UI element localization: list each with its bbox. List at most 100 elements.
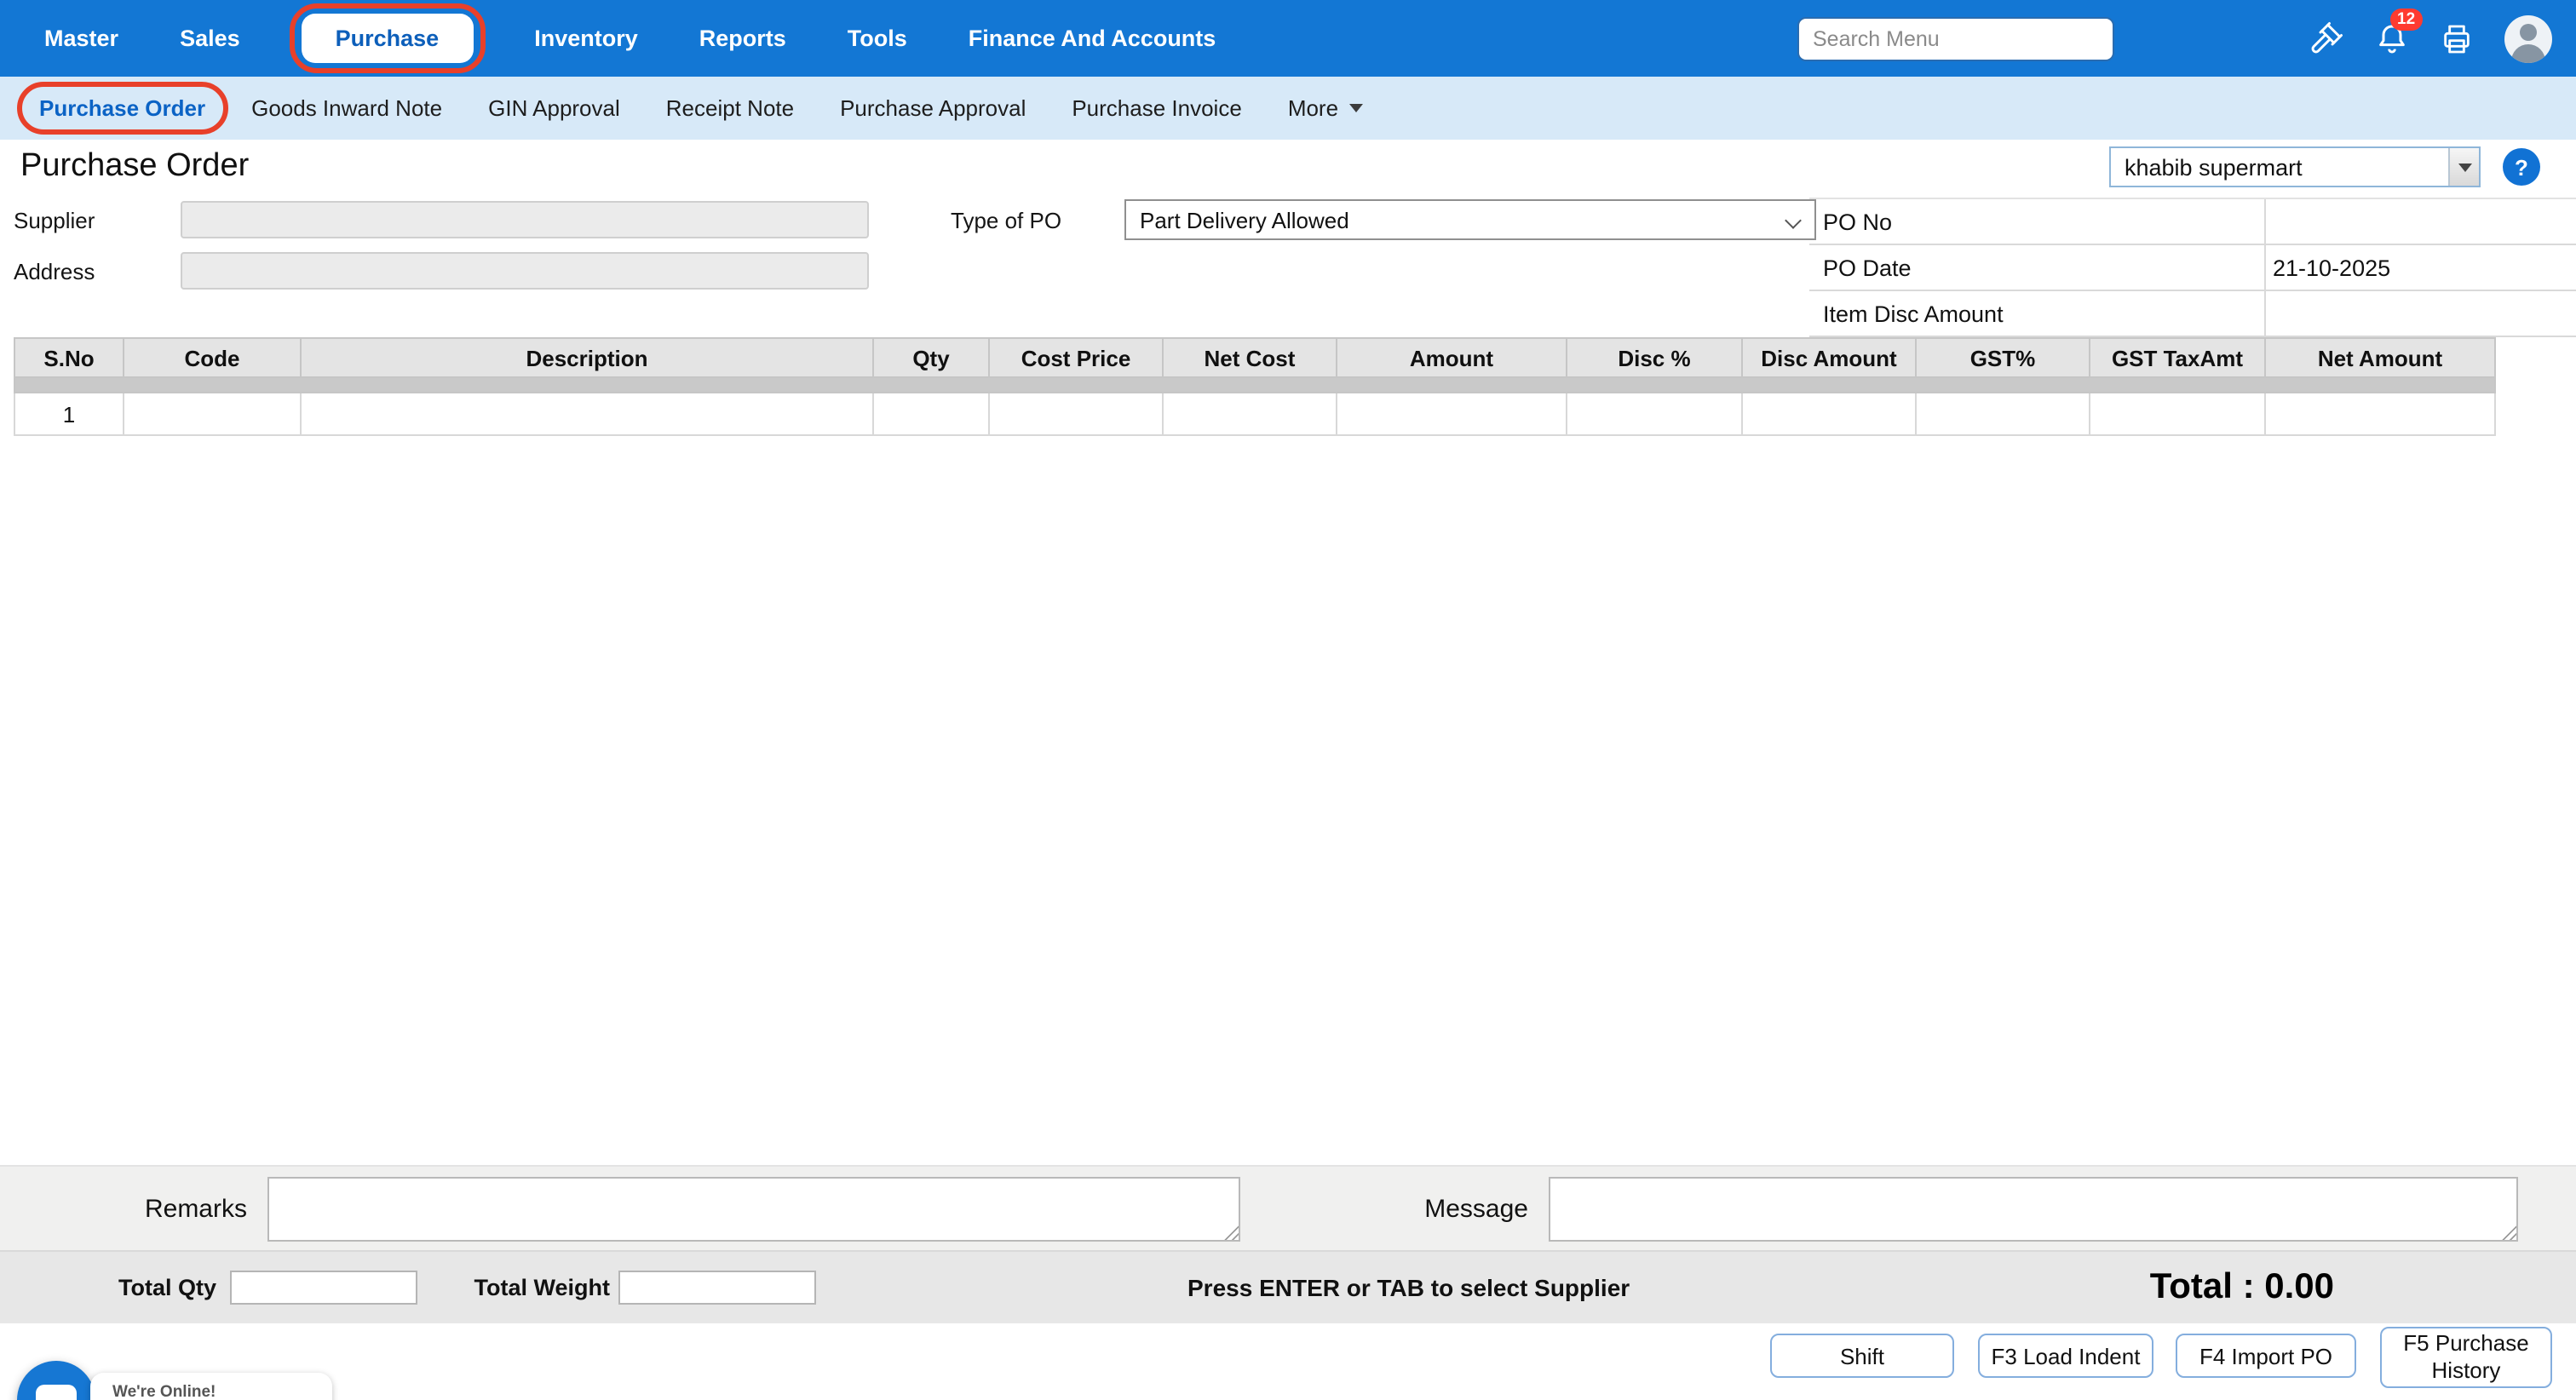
subnav-gin-approval[interactable]: GIN Approval	[488, 95, 620, 121]
nav-purchase-label: Purchase	[335, 26, 440, 51]
item-disc-amount-row: Item Disc Amount	[1809, 291, 2576, 337]
chevron-down-icon	[1348, 104, 1363, 112]
supplier-label: Supplier	[14, 208, 95, 233]
purchase-submenu: Purchase Order Goods Inward Note GIN App…	[0, 77, 2576, 140]
col-code: Code	[123, 337, 302, 378]
po-form-section: Supplier Address Type of PO Part Deliver…	[0, 194, 2576, 337]
total-qty-label: Total Qty	[118, 1275, 216, 1300]
f3-load-indent-button[interactable]: F3 Load Indent	[1978, 1334, 2153, 1378]
cell-description[interactable]	[300, 392, 874, 436]
page-header: Purchase Order khabib supermart ?	[0, 140, 2576, 194]
cell-disc-pct[interactable]	[1566, 392, 1743, 436]
nav-master[interactable]: Master	[44, 26, 118, 51]
col-gst-taxamt: GST TaxAmt	[2089, 337, 2266, 378]
store-selector-dropdown-button[interactable]	[2448, 148, 2479, 186]
nav-sales[interactable]: Sales	[180, 26, 240, 51]
chat-icon	[36, 1385, 77, 1400]
cell-net-cost[interactable]	[1162, 392, 1337, 436]
help-icon[interactable]: ?	[2503, 148, 2540, 186]
table-filler-row	[14, 376, 2496, 393]
chevron-down-icon	[2458, 163, 2471, 171]
subnav-purchase-approval[interactable]: Purchase Approval	[840, 95, 1026, 121]
remarks-panel: Remarks Message	[0, 1165, 2576, 1250]
table-row[interactable]: 1	[14, 392, 2496, 436]
cell-sno[interactable]: 1	[14, 392, 124, 436]
remarks-label: Remarks	[144, 1194, 247, 1223]
notification-badge: 12	[2390, 8, 2423, 31]
message-label: Message	[1424, 1194, 1528, 1223]
cell-amount[interactable]	[1336, 392, 1567, 436]
supplier-select-hint: Press ENTER or TAB to select Supplier	[1187, 1274, 1630, 1301]
f5-purchase-history-button[interactable]: F5 Purchase History	[2380, 1327, 2552, 1388]
totals-panel: Total Qty Total Weight Press ENTER or TA…	[0, 1250, 2576, 1323]
cell-net-amount[interactable]	[2264, 392, 2496, 436]
f4-import-po-button[interactable]: F4 Import PO	[2176, 1334, 2356, 1378]
subnav-receipt-note[interactable]: Receipt Note	[666, 95, 794, 121]
col-cost-price: Cost Price	[988, 337, 1164, 378]
subnav-purchase-invoice[interactable]: Purchase Invoice	[1072, 95, 1241, 121]
subnav-purchase-order-label: Purchase Order	[39, 95, 206, 121]
cell-disc-amount[interactable]	[1741, 392, 1917, 436]
address-field[interactable]	[181, 252, 869, 290]
nav-inventory[interactable]: Inventory	[534, 26, 638, 51]
nav-tools[interactable]: Tools	[848, 26, 907, 51]
type-of-po-select[interactable]: Part Delivery Allowed	[1124, 199, 1816, 240]
nav-reports[interactable]: Reports	[699, 26, 786, 51]
page-title: Purchase Order	[20, 148, 250, 184]
col-net-amount: Net Amount	[2264, 337, 2496, 378]
cell-gst-pct[interactable]	[1915, 392, 2090, 436]
purchase-order-app: Master Sales Purchase Inventory Reports …	[0, 0, 2576, 1400]
remarks-textarea[interactable]	[267, 1177, 1240, 1242]
message-textarea[interactable]	[1549, 1177, 2518, 1242]
col-disc-pct: Disc %	[1566, 337, 1743, 378]
printer-icon[interactable]	[2440, 21, 2474, 55]
chat-online-tooltip: We're Online!	[90, 1373, 332, 1400]
col-gst-pct: GST%	[1915, 337, 2090, 378]
total-weight-label: Total Weight	[474, 1275, 611, 1300]
cell-code[interactable]	[123, 392, 302, 436]
col-amount: Amount	[1336, 337, 1567, 378]
user-avatar[interactable]	[2504, 14, 2552, 62]
col-net-cost: Net Cost	[1162, 337, 1337, 378]
total-qty-field[interactable]	[230, 1271, 417, 1305]
cell-cost-price[interactable]	[988, 392, 1164, 436]
gavel-icon[interactable]	[2309, 20, 2344, 56]
po-date-value: 21-10-2025	[2273, 255, 2391, 280]
topnav-right-cluster: 12	[1797, 8, 2576, 62]
cell-qty[interactable]	[872, 392, 990, 436]
supplier-field[interactable]	[181, 201, 869, 238]
col-sno: S.No	[14, 337, 124, 378]
stage: Master Sales Purchase Inventory Reports …	[0, 0, 2576, 1400]
subnav-goods-inward-note[interactable]: Goods Inward Note	[251, 95, 442, 121]
nav-purchase[interactable]: Purchase	[289, 3, 486, 73]
main-menu: Master Sales Purchase Inventory Reports …	[44, 3, 1216, 73]
shift-button[interactable]: Shift	[1770, 1334, 1954, 1378]
cell-gst-taxamt[interactable]	[2089, 392, 2266, 436]
po-no-label: PO No	[1809, 199, 2266, 244]
total-weight-field[interactable]	[618, 1271, 816, 1305]
items-table: S.No Code Description Qty Cost Price Net…	[14, 337, 2496, 436]
chat-online-text: We're Online!	[112, 1383, 216, 1400]
nav-finance-and-accounts[interactable]: Finance And Accounts	[969, 26, 1216, 51]
po-no-row: PO No	[1809, 199, 2576, 245]
top-navbar: Master Sales Purchase Inventory Reports …	[0, 0, 2576, 77]
search-input[interactable]	[1797, 16, 2114, 60]
footer-action-bar: Shift F3 Load Indent F4 Import PO F5 Pur…	[0, 1323, 2576, 1400]
subnav-more-label: More	[1287, 95, 1339, 121]
subnav-more[interactable]: More	[1287, 95, 1363, 121]
type-of-po-value: Part Delivery Allowed	[1140, 207, 1349, 232]
type-of-po-label: Type of PO	[951, 208, 1062, 233]
address-label: Address	[14, 259, 95, 284]
col-disc-amount: Disc Amount	[1741, 337, 1917, 378]
bell-icon[interactable]: 12	[2375, 8, 2423, 55]
store-selector[interactable]: khabib supermart	[2109, 146, 2481, 187]
item-disc-amount-label: Item Disc Amount	[1809, 291, 2266, 336]
subnav-purchase-order[interactable]: Purchase Order	[17, 82, 228, 135]
avatar-torso	[2511, 43, 2545, 62]
chevron-down-icon	[1785, 212, 1802, 229]
po-date-label: PO Date	[1809, 245, 2266, 290]
empty-work-area	[0, 436, 2576, 1165]
col-qty: Qty	[872, 337, 990, 378]
po-date-row: PO Date 21-10-2025	[1809, 245, 2576, 291]
avatar-head	[2520, 23, 2537, 40]
